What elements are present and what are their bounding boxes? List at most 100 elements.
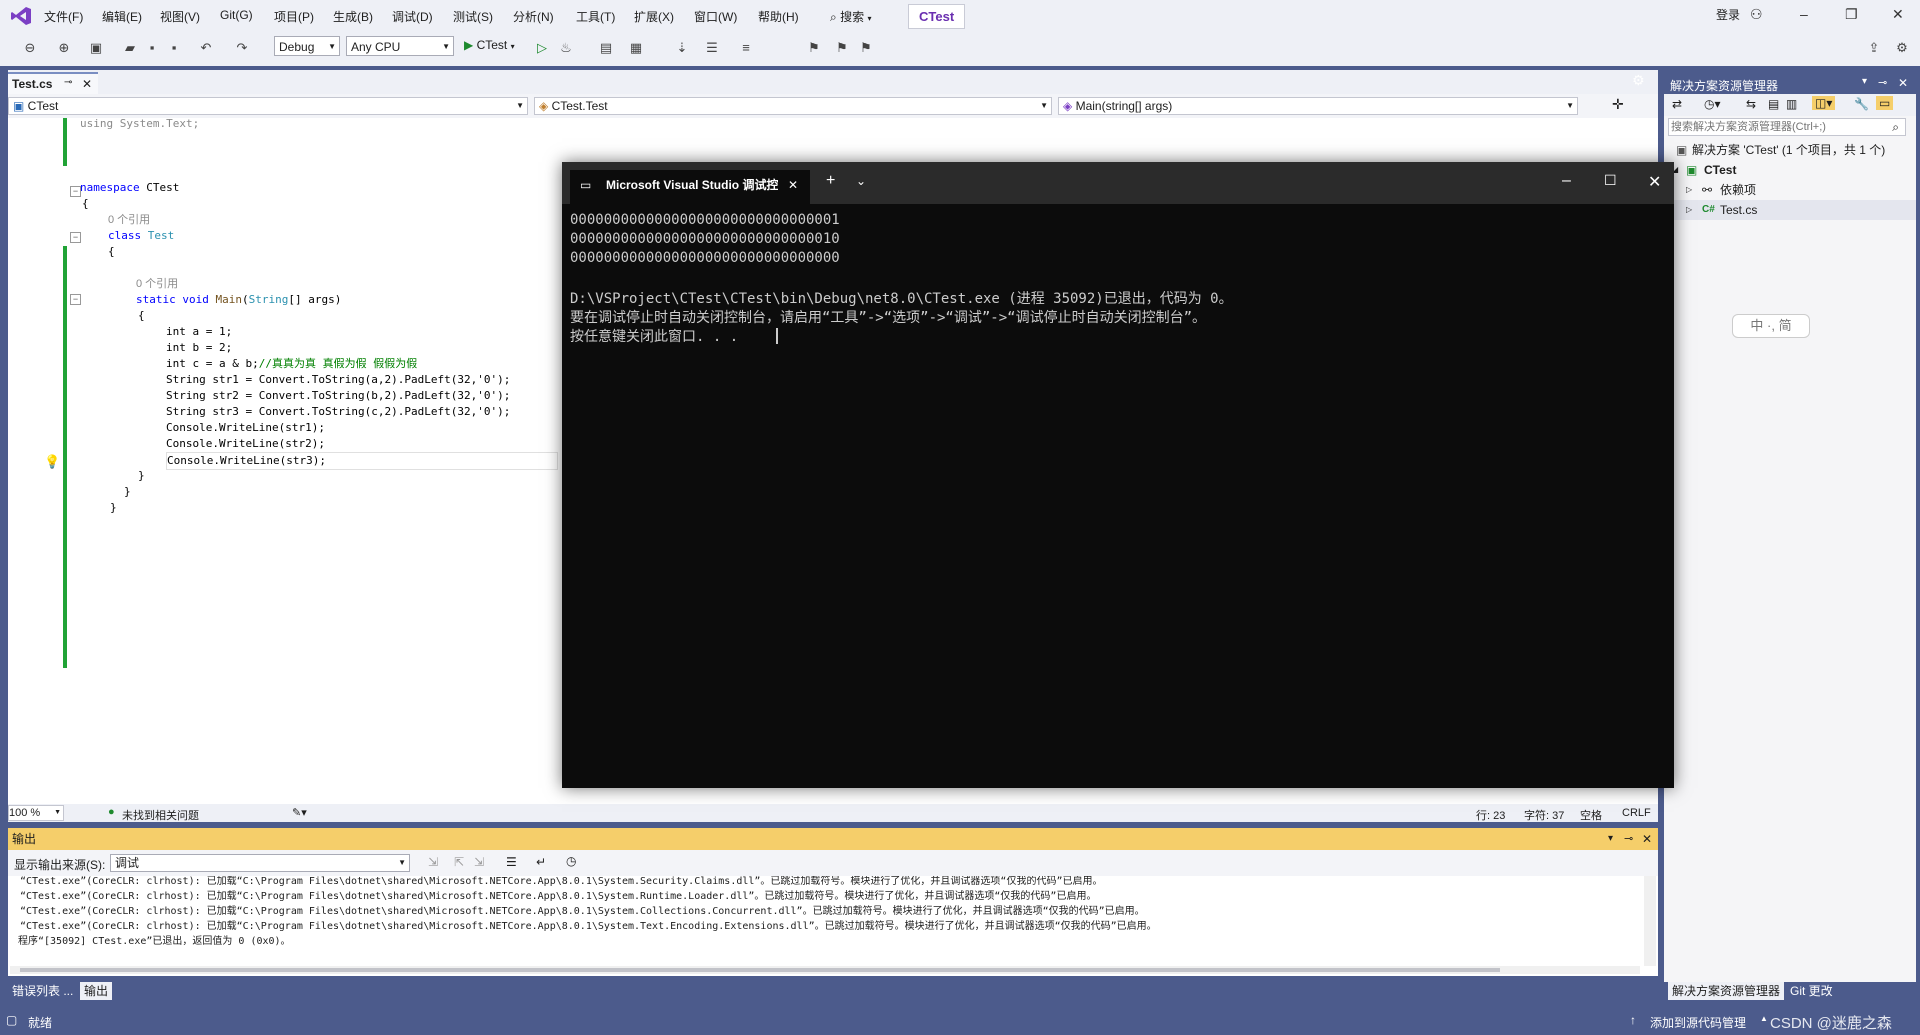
add-to-source-control-button[interactable]: 添加到源代码管理 [1650, 1014, 1746, 1031]
brush-icon[interactable]: ✎▾ [292, 806, 307, 819]
back-icon[interactable]: ⊖ [22, 40, 38, 56]
menu-window[interactable]: 窗口(W) [694, 8, 737, 25]
search-button[interactable]: ⌕ 搜索 ▾ [830, 8, 871, 25]
account-icon[interactable]: ⚇ [1750, 6, 1763, 23]
open-folder-icon[interactable]: ▰ [122, 40, 138, 56]
horizontal-scrollbar[interactable] [10, 966, 1640, 974]
new-tab-icon[interactable]: + [826, 172, 835, 190]
collapse-arrow-icon[interactable]: ▷ [1686, 200, 1692, 220]
close-icon[interactable]: ✕ [1648, 172, 1661, 192]
whitespace-indicator[interactable]: 空格 [1580, 807, 1602, 823]
forward-icon[interactable]: ⊕ [56, 40, 72, 56]
type-nav-select[interactable]: ◈ CTest.Test ▼ [534, 97, 1052, 115]
timestamp-icon[interactable]: ◷ [566, 854, 576, 868]
menu-build[interactable]: 生成(B) [333, 8, 373, 25]
menu-file[interactable]: 文件(F) [44, 8, 83, 25]
comment-icon[interactable]: ≡ [738, 40, 754, 56]
close-icon[interactable]: ✕ [1892, 6, 1904, 23]
menu-tools[interactable]: 工具(T) [576, 8, 615, 25]
preview-icon[interactable]: ◫▾ [1812, 96, 1836, 110]
bookmark-next-icon[interactable]: ⚑ [858, 40, 874, 56]
start-debugging-button[interactable]: ▶ CTest ▾ [464, 38, 515, 52]
column-indicator[interactable]: 字符: 37 [1524, 807, 1564, 823]
undo-icon[interactable]: ↶ [198, 40, 214, 56]
properties-icon[interactable]: 🔧 [1854, 97, 1869, 111]
tab-git-changes[interactable]: Git 更改 [1786, 982, 1837, 1000]
save-all-icon[interactable]: ▪ [166, 40, 182, 56]
minimize-icon[interactable]: – [1800, 6, 1808, 22]
step-icon[interactable]: ⇣ [674, 40, 690, 56]
hot-reload-icon[interactable]: ♨ [558, 40, 574, 56]
feedback-icon[interactable]: ⚙ [1894, 40, 1910, 56]
show-all-icon[interactable]: ▥ [1786, 97, 1797, 111]
restore-icon[interactable]: ❐ [1845, 6, 1858, 23]
prev-message-icon[interactable]: ⇱ [454, 855, 464, 869]
zoom-select[interactable]: 100 % ▼ [8, 805, 64, 821]
pin-icon[interactable]: ⊸ [1624, 828, 1633, 850]
tree-item-solution[interactable]: ▣ 解决方案 'CTest' (1 个项目，共 1 个) [1664, 140, 1916, 160]
ime-toolbar[interactable]: 中 ·, 简 [1732, 314, 1810, 338]
line-ending-indicator[interactable]: CRLF [1622, 807, 1651, 819]
menu-help[interactable]: 帮助(H) [758, 8, 799, 25]
notification-icon[interactable]: ▢ [6, 1013, 17, 1027]
chevron-down-icon[interactable]: ⌄ [856, 174, 866, 188]
pin-icon[interactable]: ⊸ [64, 77, 72, 88]
console-tab[interactable]: ▭ Microsoft Visual Studio 调试控 ✕ [570, 170, 810, 204]
menu-project[interactable]: 项目(P) [274, 8, 314, 25]
tab-output[interactable]: 输出 [80, 982, 113, 1000]
output-source-select[interactable]: 调试 ▼ [110, 854, 410, 872]
browse-icon[interactable]: ▤ [598, 40, 614, 56]
solution-search-input[interactable] [1669, 119, 1883, 135]
swap-icon[interactable]: ⇆ [1746, 97, 1756, 111]
next-message-icon[interactable]: ⇲ [474, 855, 484, 869]
codelens-references[interactable]: 0 个引用 [136, 276, 178, 292]
close-tab-icon[interactable]: ✕ [82, 77, 92, 91]
close-panel-icon[interactable]: ✕ [1898, 76, 1908, 90]
project-nav-select[interactable]: ▣ CTest ▼ [8, 97, 528, 115]
close-tab-icon[interactable]: ✕ [788, 170, 798, 200]
menu-view[interactable]: 视图(V) [160, 8, 200, 25]
codelens-references[interactable]: 0 个引用 [108, 212, 150, 228]
tree-item-file[interactable]: ▷ C# Test.cs [1664, 200, 1916, 220]
bookmark-icon[interactable]: ⚑ [806, 40, 822, 56]
platform-select[interactable]: Any CPU ▼ [346, 36, 454, 56]
history-icon[interactable]: ◷▾ [1704, 97, 1721, 111]
sync-icon[interactable]: ⇄ [1672, 97, 1682, 111]
solution-search-box[interactable]: ⌕ [1668, 118, 1906, 136]
redo-icon[interactable]: ↷ [234, 40, 250, 56]
login-link[interactable]: 登录 [1716, 6, 1740, 23]
pin-icon[interactable]: ⊸ [1878, 76, 1887, 89]
maximize-icon[interactable]: ☐ [1604, 172, 1617, 189]
pending-changes-icon[interactable]: ▭ [1876, 96, 1894, 110]
settings-icon[interactable]: ⚙ [1632, 72, 1645, 89]
line-indicator[interactable]: 行: 23 [1476, 807, 1505, 823]
new-project-icon[interactable]: ▣ [88, 40, 104, 56]
menu-extensions[interactable]: 扩展(X) [634, 8, 674, 25]
align-icon[interactable]: ☰ [704, 40, 720, 56]
output-text[interactable]: “CTest.exe”(CoreCLR: clrhost): 已加载“C:\Pr… [8, 876, 1658, 976]
tree-item-project[interactable]: ◢ ▣ CTest [1664, 160, 1916, 180]
menu-edit[interactable]: 编辑(E) [102, 8, 142, 25]
dropdown-icon[interactable]: ▾ [1862, 76, 1867, 87]
tree-item-dependencies[interactable]: ▷ ⚯ 依赖项 [1664, 180, 1916, 200]
scrollbar-thumb[interactable] [20, 968, 1500, 972]
menu-analyze[interactable]: 分析(N) [513, 8, 554, 25]
clear-all-icon[interactable]: ☰ [506, 855, 517, 869]
menu-debug[interactable]: 调试(D) [392, 8, 433, 25]
tab-solution-explorer[interactable]: 解决方案资源管理器 [1668, 982, 1785, 1000]
fold-toggle[interactable]: − [70, 294, 81, 305]
word-wrap-icon[interactable]: ↵ [536, 855, 546, 869]
menu-test[interactable]: 测试(S) [453, 8, 493, 25]
close-panel-icon[interactable]: ✕ [1642, 828, 1652, 850]
collapse-icon[interactable]: ▤ [1768, 97, 1779, 111]
debug-console-window[interactable]: ▭ Microsoft Visual Studio 调试控 ✕ + ⌄ – ☐ … [562, 162, 1674, 788]
bookmark-prev-icon[interactable]: ⚑ [834, 40, 850, 56]
live-share-icon[interactable]: ⇪ [1866, 40, 1882, 56]
vertical-scrollbar[interactable] [1644, 876, 1656, 966]
layout-icon[interactable]: ▦ [628, 40, 644, 56]
save-icon[interactable]: ▪ [144, 40, 160, 56]
fold-toggle[interactable]: − [70, 232, 81, 243]
start-without-debugging-icon[interactable]: ▷ [534, 40, 550, 56]
lightbulb-icon[interactable]: 💡 [44, 454, 60, 470]
find-message-icon[interactable]: ⇲ [428, 855, 438, 869]
